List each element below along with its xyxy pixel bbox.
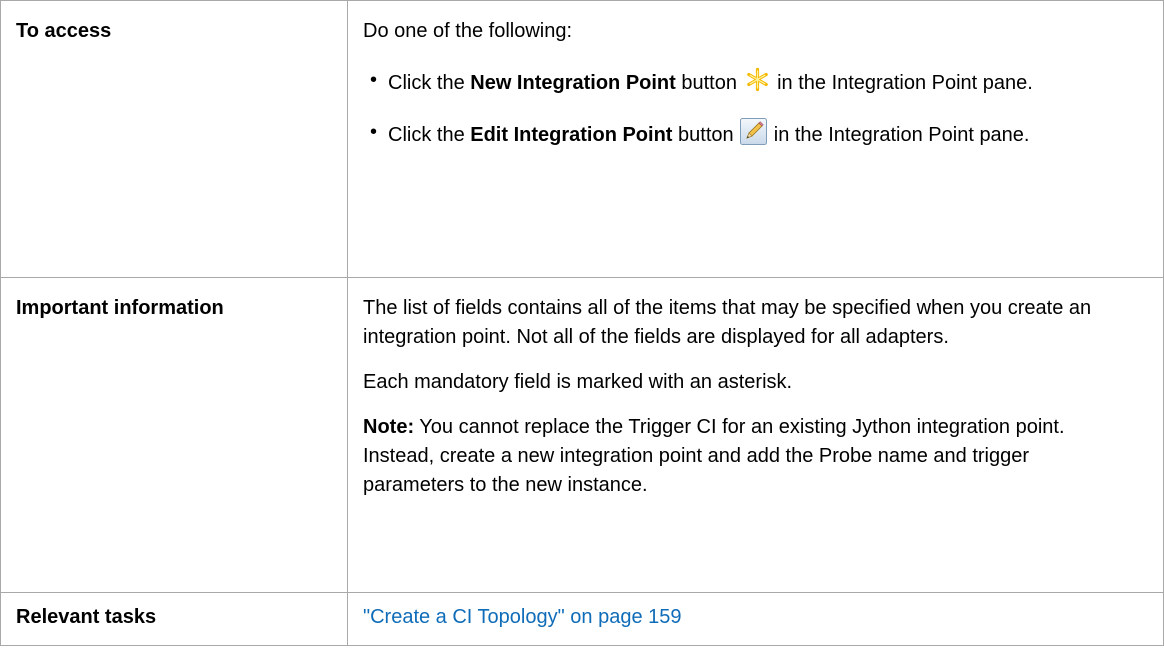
new-star-icon <box>743 66 771 93</box>
note-label: Note: <box>363 416 415 438</box>
row-label-important-information: Important information <box>0 277 348 593</box>
row-to-access: To access Do one of the following: Click… <box>0 0 1164 278</box>
row-content-relevant-tasks: "Create a CI Topology" on page 159 <box>347 592 1164 646</box>
list-item-text: Click the <box>388 72 471 94</box>
list-item-text: in the Integration Point pane. <box>768 124 1030 146</box>
row-label-relevant-tasks: Relevant tasks <box>0 592 348 646</box>
row-label-to-access: To access <box>0 0 348 278</box>
new-integration-point-label: New Integration Point <box>470 72 676 94</box>
list-item-text: Click the <box>388 124 471 146</box>
row-important-information: Important information The list of fields… <box>0 277 1164 593</box>
list-item-text: button <box>672 124 740 146</box>
row-relevant-tasks: Relevant tasks "Create a CI Topology" on… <box>0 592 1164 646</box>
reference-table: To access Do one of the following: Click… <box>0 0 1164 646</box>
row-content-important-information: The list of fields contains all of the i… <box>347 277 1164 593</box>
list-item: Click the Edit Integration Point button <box>363 118 1135 150</box>
list-item-text: button <box>675 72 743 94</box>
important-note: Note: You cannot replace the Trigger CI … <box>363 413 1135 500</box>
edit-integration-point-label: Edit Integration Point <box>470 124 673 146</box>
note-text: You cannot replace the Trigger CI for an… <box>363 416 1065 496</box>
important-paragraph-1: The list of fields contains all of the i… <box>363 297 1092 348</box>
list-item: Click the New Integration Point button <box>363 66 1135 98</box>
edit-pencil-icon <box>740 118 768 145</box>
list-item-text: in the Integration Point pane. <box>771 72 1033 94</box>
row-content-to-access: Do one of the following: Click the New I… <box>347 0 1164 278</box>
access-options-list: Click the New Integration Point button <box>363 66 1135 150</box>
access-intro: Do one of the following: <box>363 20 573 42</box>
create-ci-topology-link[interactable]: "Create a CI Topology" on page 159 <box>363 606 682 628</box>
important-paragraph-2: Each mandatory field is marked with an a… <box>363 371 793 393</box>
